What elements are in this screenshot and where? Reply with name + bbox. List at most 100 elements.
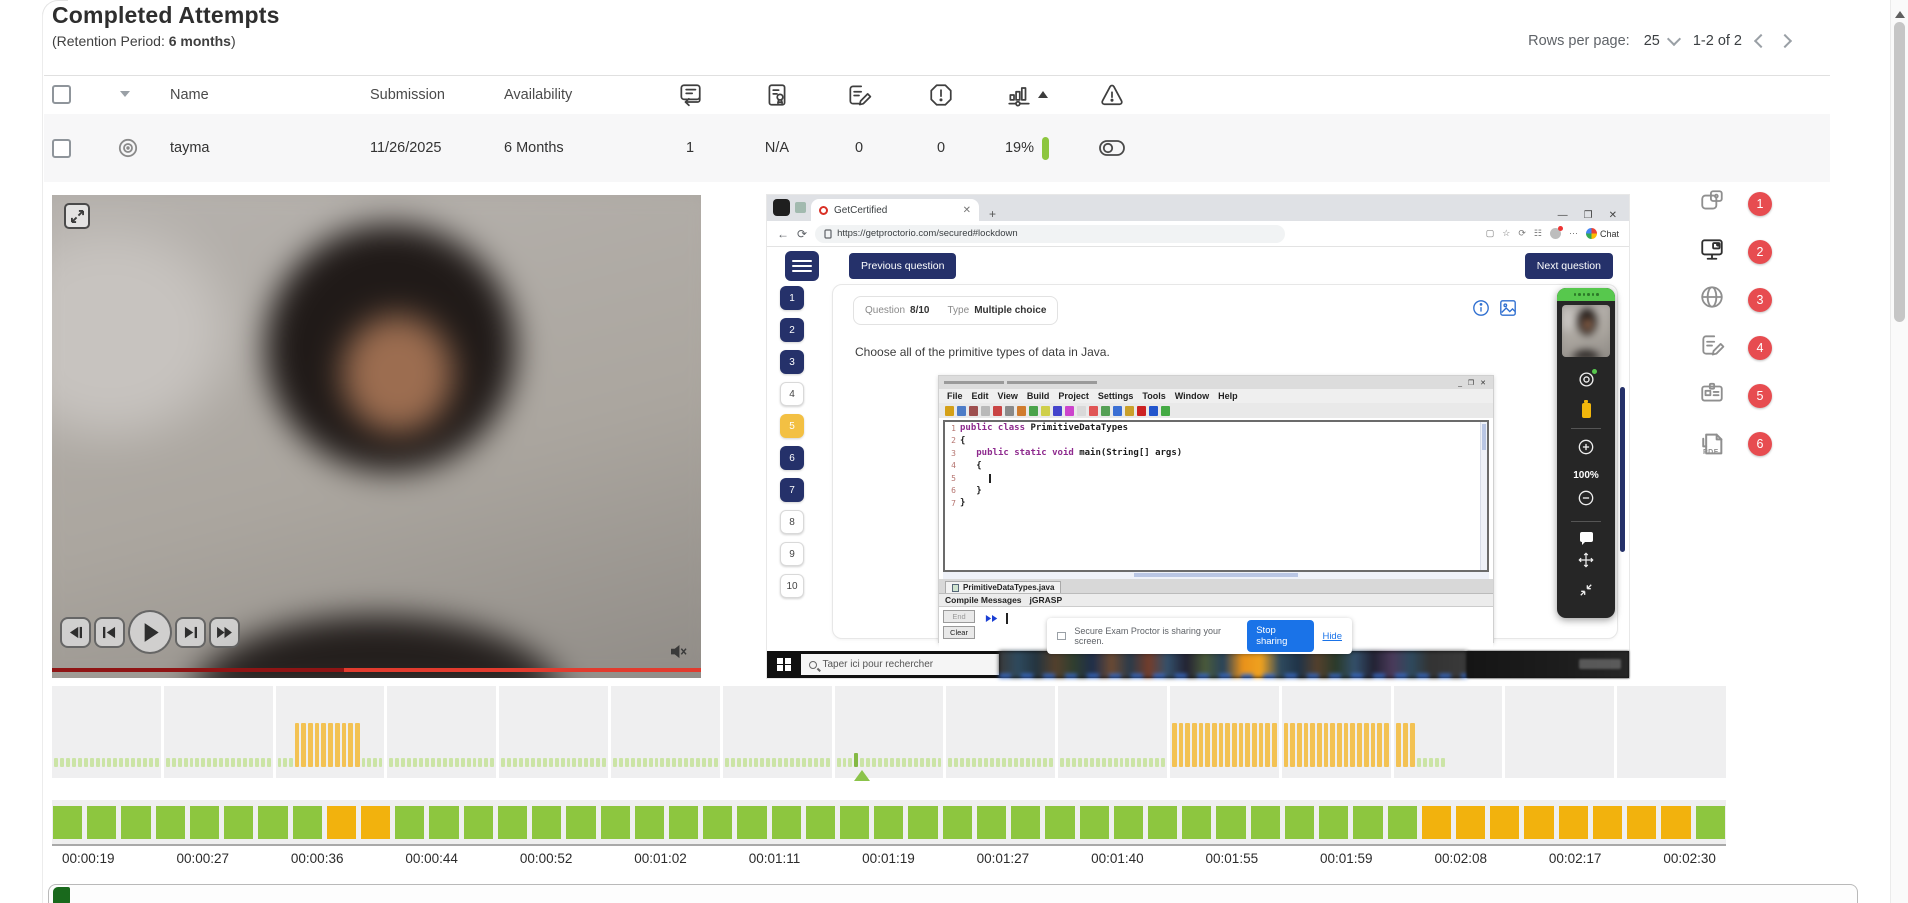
frame-block-orange[interactable] [1524,806,1553,839]
skip-start-button[interactable] [94,617,125,648]
frame-block-green[interactable] [1148,806,1177,839]
timeline-segment-3[interactable] [276,686,385,778]
timeline-segment-13[interactable] [1394,686,1503,778]
frame-block-orange[interactable] [1456,806,1485,839]
frame-block-green[interactable] [224,806,253,839]
timeline-segment-10[interactable] [1058,686,1167,778]
frame-block-green[interactable] [601,806,630,839]
attempt-row[interactable]: tayma 11/26/2025 6 Months 1 N/A 0 0 19% [44,114,1830,182]
frame-block-green[interactable] [464,806,493,839]
frame-block-green[interactable] [293,806,322,839]
frame-block-green[interactable] [156,806,185,839]
frame-block-green[interactable] [874,806,903,839]
frame-block-green[interactable] [772,806,801,839]
skip-end-button[interactable] [175,617,206,648]
frame-block-green[interactable] [703,806,732,839]
playhead-marker-icon[interactable] [854,770,870,781]
frame-block-green[interactable] [121,806,150,839]
frame-block-green[interactable] [190,806,219,839]
tool-id-verification[interactable]: 5 [1698,378,1772,413]
frame-block-orange[interactable] [1661,806,1690,839]
frame-block-green[interactable] [1011,806,1040,839]
tool-web-traffic[interactable]: 3 [1698,282,1772,317]
frame-block-green[interactable] [977,806,1006,839]
rows-per-page-select[interactable]: 25 [1644,33,1679,49]
frame-block-green[interactable] [1319,806,1348,839]
frame-strip[interactable] [52,800,1726,846]
frame-block-green[interactable] [53,806,82,839]
frame-block-green[interactable] [498,806,527,839]
sort-caret-icon[interactable] [120,91,130,102]
timeline-segment-8[interactable] [835,686,944,778]
step-back-button[interactable] [60,617,91,648]
timeline-segment-9[interactable] [946,686,1055,778]
frame-block-orange[interactable] [1559,806,1588,839]
expand-video-icon[interactable] [64,203,90,229]
timeline-segment-4[interactable] [387,686,496,778]
frame-block-green[interactable] [87,806,116,839]
timeline-segment-6[interactable] [611,686,720,778]
timeline-segment-2[interactable] [164,686,273,778]
frame-block-green[interactable] [532,806,561,839]
header-name[interactable]: Name [160,87,360,103]
row-name[interactable]: tayma [160,140,360,156]
frame-block-green[interactable] [258,806,287,839]
header-quiz-retakes[interactable] [644,82,736,108]
timeline-segment-1[interactable] [52,686,161,778]
frame-block-orange[interactable] [1627,806,1656,839]
timeline-segment-14[interactable] [1505,686,1614,778]
screen-recording-player[interactable]: GetCertified ✕ + —❐✕ ← ⟳ https://getproc… [767,195,1629,678]
page-scrollbar[interactable] [1890,0,1908,903]
select-all-checkbox[interactable] [52,85,71,104]
frame-block-green[interactable] [1353,806,1382,839]
header-certificate[interactable] [736,82,818,108]
tool-exam-notes[interactable]: 4 [1698,330,1772,365]
timeline-segment-5[interactable] [499,686,608,778]
frame-block-green[interactable] [806,806,835,839]
header-submission[interactable]: Submission [360,87,494,103]
header-availability[interactable]: Availability [494,87,644,103]
frame-block-green[interactable] [943,806,972,839]
next-page-icon[interactable] [1778,34,1792,48]
frame-block-green[interactable] [1696,806,1725,839]
row-release[interactable] [1072,137,1152,159]
frame-block-green[interactable] [840,806,869,839]
scrollbar-thumb[interactable] [1894,22,1905,322]
tool-recordings[interactable]: 1 [1698,186,1772,221]
timeline-segment-15[interactable] [1617,686,1726,778]
timeline-segment-11[interactable] [1170,686,1279,778]
tool-pdf-export[interactable]: PDF6 [1698,426,1772,461]
video-progress-bar[interactable] [52,668,701,672]
header-flags[interactable] [900,82,982,108]
frame-block-green[interactable] [737,806,766,839]
frame-block-green[interactable] [1251,806,1280,839]
frame-block-orange[interactable] [1593,806,1622,839]
fast-forward-button[interactable] [209,617,240,648]
frame-block-green[interactable] [395,806,424,839]
frame-block-green[interactable] [1045,806,1074,839]
frame-block-green[interactable] [1285,806,1314,839]
frame-block-green[interactable] [566,806,595,839]
row-view[interactable] [96,136,160,160]
tool-screen-recording[interactable]: 2 [1698,234,1772,269]
prev-page-icon[interactable] [1754,34,1768,48]
frame-block-green[interactable] [635,806,664,839]
mute-icon[interactable] [670,644,687,664]
frame-block-green[interactable] [1182,806,1211,839]
row-checkbox[interactable] [52,139,71,158]
timeline-segment-12[interactable] [1282,686,1391,778]
frame-block-orange[interactable] [361,806,390,839]
play-button[interactable] [128,610,172,654]
frame-block-orange[interactable] [327,806,356,839]
frame-block-green[interactable] [1388,806,1417,839]
frame-block-green[interactable] [1216,806,1245,839]
frame-block-green[interactable] [1080,806,1109,839]
frame-block-green[interactable] [1114,806,1143,839]
rows-per-page-value[interactable]: 25 [1644,33,1660,49]
incident-timeline[interactable] [52,686,1726,778]
header-notes[interactable] [818,82,900,108]
scroll-up-icon[interactable] [1895,6,1905,18]
header-suspicion[interactable] [982,82,1072,108]
frame-block-green[interactable] [669,806,698,839]
frame-block-orange[interactable] [1490,806,1519,839]
